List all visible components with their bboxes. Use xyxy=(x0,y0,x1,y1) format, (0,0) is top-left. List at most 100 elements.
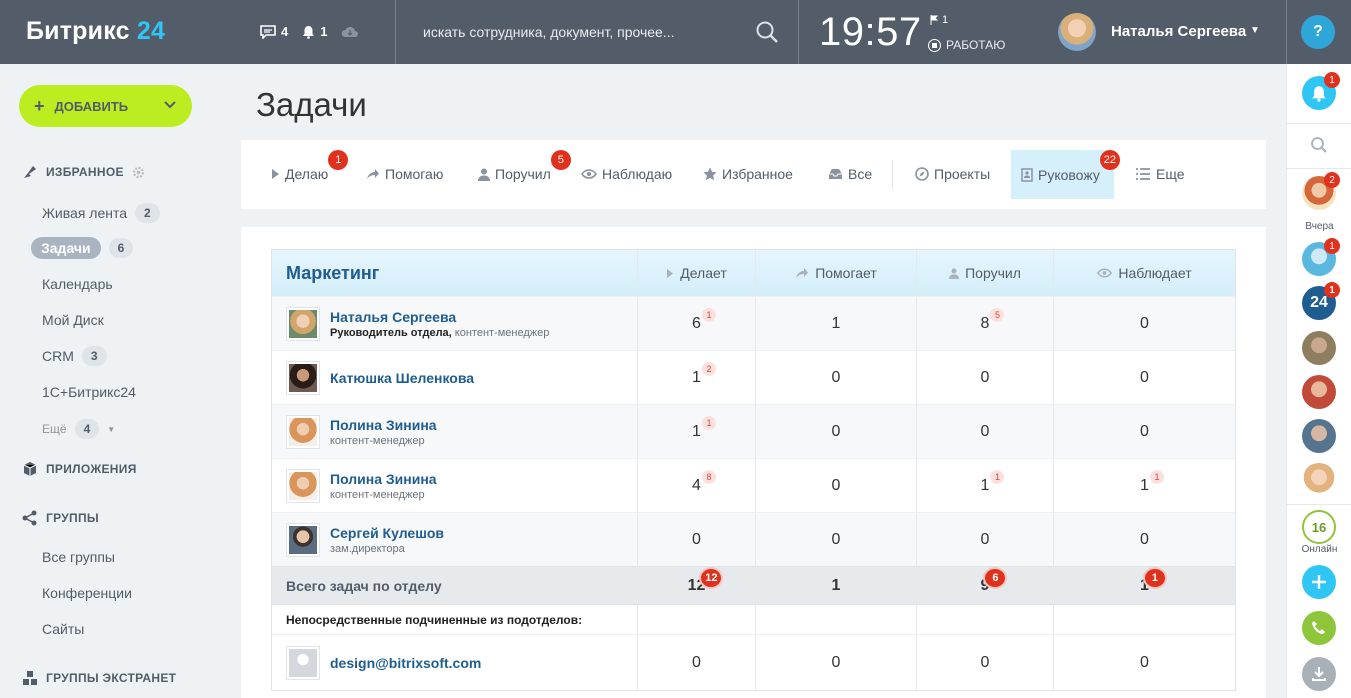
sidebar-item-1c[interactable]: 1С+Битрикс24 xyxy=(42,384,136,400)
add-chat-button[interactable] xyxy=(1302,565,1336,599)
tab-projects[interactable]: Проекты xyxy=(915,166,990,182)
favorites-title[interactable]: ИЗБРАННОЕ xyxy=(22,164,145,180)
bitrix24-chat[interactable]: 24 1 xyxy=(1302,282,1340,320)
person-name[interactable]: design@bitrixsoft.com xyxy=(330,655,481,671)
tab-watching[interactable]: Наблюдаю xyxy=(581,166,672,182)
work-status[interactable]: РАБОТАЮ xyxy=(928,38,1005,52)
total-does[interactable]: 12 12 xyxy=(638,567,756,604)
search-icon[interactable] xyxy=(1302,128,1336,162)
add-button[interactable]: + ДОБАВИТЬ xyxy=(19,85,192,127)
tab-more[interactable]: Еще xyxy=(1135,166,1185,182)
online-counter[interactable]: 16 xyxy=(1302,510,1336,544)
person-name[interactable]: Полина Зинина xyxy=(330,471,437,487)
sidebar-item-tasks[interactable]: Задачи 6 xyxy=(31,237,134,259)
chat-avatar[interactable] xyxy=(1302,331,1336,365)
search-input[interactable]: искать сотрудника, документ, прочее... xyxy=(423,24,675,40)
apps-title[interactable]: ПРИЛОЖЕНИЯ xyxy=(22,461,137,477)
cell-watches[interactable]: 0 xyxy=(1054,513,1235,566)
column-does[interactable]: Делает xyxy=(638,250,756,296)
tab-helping[interactable]: Помогаю xyxy=(366,166,443,182)
cell-helps[interactable]: 0 xyxy=(756,459,917,512)
tab-badge: 22 xyxy=(1099,150,1120,170)
user-avatar[interactable] xyxy=(1058,13,1096,51)
tab-doing[interactable]: Делаю 1 xyxy=(271,150,349,182)
cloud-icon[interactable] xyxy=(341,26,359,38)
person-name[interactable]: Наталья Сергеева xyxy=(330,309,549,325)
cell-assigned[interactable]: 0 xyxy=(917,513,1054,566)
notifications-button[interactable]: 1 xyxy=(1302,72,1340,110)
help-button[interactable]: ? xyxy=(1301,15,1335,49)
person-name[interactable]: Катюшка Шеленкова xyxy=(330,370,474,386)
download-icon xyxy=(1312,667,1326,681)
cell-helps[interactable]: 0 xyxy=(756,635,917,690)
cell-watches[interactable]: 0 xyxy=(1054,635,1235,690)
cell-does[interactable]: 12 xyxy=(638,351,756,404)
cell-helps[interactable]: 0 xyxy=(756,405,917,458)
cell-does[interactable]: 61 xyxy=(638,297,756,350)
avatar[interactable] xyxy=(286,468,320,503)
chat-avatar[interactable] xyxy=(1302,375,1336,409)
avatar[interactable] xyxy=(286,645,320,680)
sidebar-item-sites[interactable]: Сайты xyxy=(42,621,84,637)
chat-avatar[interactable] xyxy=(1302,463,1336,497)
tab-badge: 1 xyxy=(328,150,349,170)
chat-avatar[interactable]: 1 xyxy=(1302,238,1340,276)
person-name[interactable]: Полина Зинина xyxy=(330,417,437,433)
cell-helps[interactable]: 1 xyxy=(756,297,917,350)
cell-watches[interactable]: 11 xyxy=(1054,459,1235,512)
avatar[interactable] xyxy=(286,522,320,557)
tab-favorites[interactable]: Избранное xyxy=(703,166,793,182)
extranet-title[interactable]: ГРУППЫ ЭКСТРАНЕТ xyxy=(22,670,176,686)
avatar[interactable] xyxy=(286,360,320,395)
count-badge: 6 xyxy=(108,238,134,258)
total-assigned[interactable]: 96 xyxy=(917,567,1054,604)
cell-watches[interactable]: 0 xyxy=(1054,351,1235,404)
cell-watches[interactable]: 0 xyxy=(1054,297,1235,350)
column-assigned[interactable]: Поручил xyxy=(917,250,1054,296)
download-button[interactable] xyxy=(1302,657,1336,691)
sidebar-item-conferences[interactable]: Конференции xyxy=(42,585,132,601)
cell-helps[interactable]: 0 xyxy=(756,351,917,404)
total-helps[interactable]: 1 xyxy=(756,567,917,604)
avatar[interactable] xyxy=(286,306,320,341)
cell-assigned[interactable]: 11 xyxy=(917,459,1054,512)
cell-does[interactable]: 48 xyxy=(638,459,756,512)
tab-supervising[interactable]: Руковожу 22 xyxy=(1011,150,1120,199)
sidebar-item-feed[interactable]: Живая лента 2 xyxy=(42,203,160,223)
gear-icon[interactable] xyxy=(132,166,145,179)
tab-assigned[interactable]: Поручил 5 xyxy=(478,150,571,182)
department-title[interactable]: Маркетинг xyxy=(272,250,638,296)
sidebar-item-disk[interactable]: Мой Диск xyxy=(42,312,104,328)
cell-assigned[interactable]: 0 xyxy=(917,405,1054,458)
sidebar-item-calendar[interactable]: Календарь xyxy=(42,276,113,292)
avatar[interactable] xyxy=(286,414,320,449)
cell-does[interactable]: 0 xyxy=(638,513,756,566)
cell-does[interactable]: 0 xyxy=(638,635,756,690)
sidebar-more[interactable]: Ещё 4 ▼ xyxy=(42,419,115,439)
person-name[interactable]: Сергей Кулешов xyxy=(330,525,444,541)
total-watches[interactable]: 11 xyxy=(1054,567,1235,604)
logo[interactable]: Битрикс 24 xyxy=(26,17,165,46)
clock[interactable]: 19:57 xyxy=(819,10,922,55)
chevron-down-icon[interactable]: ▼ xyxy=(1250,25,1260,36)
cell-assigned[interactable]: 85 xyxy=(917,297,1054,350)
chat-avatar[interactable] xyxy=(1302,419,1336,453)
chat-avatar[interactable]: 2 xyxy=(1302,172,1340,210)
column-watches[interactable]: Наблюдает xyxy=(1054,250,1235,296)
cell-helps[interactable]: 0 xyxy=(756,513,917,566)
messages-counter[interactable]: 4 xyxy=(260,24,288,39)
sidebar-item-all-groups[interactable]: Все группы xyxy=(42,549,115,565)
search-icon[interactable] xyxy=(755,20,779,49)
cell-assigned[interactable]: 0 xyxy=(917,635,1054,690)
call-button[interactable] xyxy=(1302,611,1336,645)
user-name[interactable]: Наталья Сергеева xyxy=(1111,23,1246,40)
column-helps[interactable]: Помогает xyxy=(756,250,917,296)
tab-all[interactable]: Все xyxy=(828,166,872,182)
cell-assigned[interactable]: 0 xyxy=(917,351,1054,404)
sidebar-item-crm[interactable]: CRM 3 xyxy=(42,346,107,366)
cell-watches[interactable]: 0 xyxy=(1054,405,1235,458)
notifications-counter[interactable]: 1 xyxy=(302,24,327,39)
groups-title[interactable]: ГРУППЫ xyxy=(22,510,99,526)
cell-does[interactable]: 11 xyxy=(638,405,756,458)
flag-counter[interactable]: 1 xyxy=(930,14,948,26)
